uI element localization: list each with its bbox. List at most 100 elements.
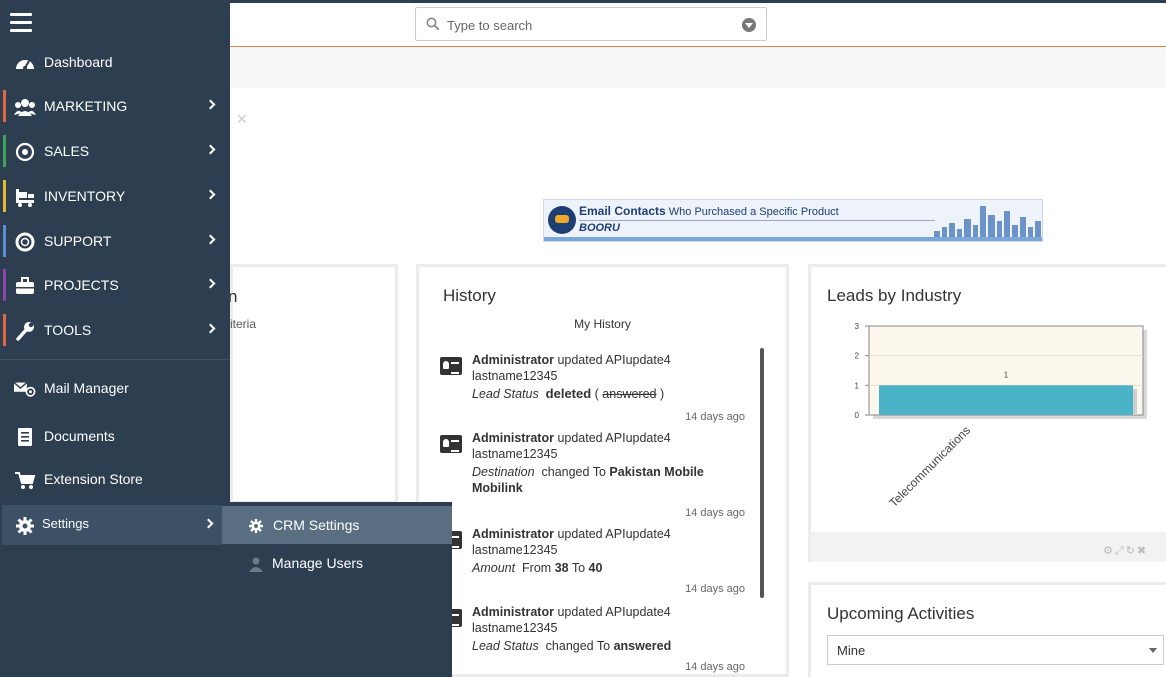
history-change: Lead Status changed To answered (472, 639, 672, 653)
menu-item-manage-users[interactable]: Manage Users (222, 544, 452, 582)
user-icon (249, 557, 263, 572)
sidebar-item-settings[interactable]: Settings (2, 505, 224, 545)
sidebar-item-label: Settings (42, 516, 89, 531)
sidebar-item-tools[interactable]: TOOLS (0, 310, 230, 350)
cart-icon (15, 472, 36, 489)
sidebar-item-support[interactable]: SUPPORT (0, 221, 230, 261)
menu-item-label: Manage Users (272, 555, 364, 571)
chevron-right-icon (205, 234, 216, 245)
global-search[interactable] (415, 7, 767, 41)
sidebar-item-extension-store[interactable]: Extension Store (0, 459, 230, 499)
y-tick-label: 3 (855, 322, 860, 331)
sidebar-item-label: SUPPORT (44, 233, 112, 249)
banner-logo-icon (548, 206, 576, 234)
upcoming-activities-widget: Upcoming Activities Mine (808, 582, 1166, 677)
fullscreen-icon[interactable]: ⤢ (1115, 545, 1126, 557)
accent-bar (3, 135, 6, 167)
sidebar-item-sales[interactable]: SALES (0, 131, 230, 171)
sidebar-item-projects[interactable]: PROJECTS (0, 265, 230, 305)
history-entry[interactable]: Administrator updated APIupdate4 lastnam… (440, 430, 745, 520)
contact-card-icon (440, 435, 462, 453)
search-options-dropdown-icon[interactable] (742, 18, 756, 32)
y-tick-label: 1 (855, 381, 860, 390)
refresh-icon[interactable]: ↻ (1126, 545, 1137, 557)
dashboard-icon (16, 60, 34, 70)
history-timestamp: 14 days ago (685, 507, 745, 519)
history-scrollbar[interactable] (760, 348, 764, 598)
sidebar-item-dashboard[interactable]: Dashboard (0, 42, 230, 82)
sidebar-item-inventory[interactable]: INVENTORY (0, 176, 230, 216)
toolbar-band (230, 47, 1166, 88)
history-entry[interactable]: Administrator updated APIupdate4 lastnam… (440, 526, 745, 596)
banner-rule (579, 220, 935, 221)
history-change: Lead Status deleted ( answered ) (472, 386, 665, 401)
history-widget: History My History Administrator updated… (416, 264, 789, 677)
promo-banner[interactable]: Email Contacts Who Purchased a Specific … (543, 199, 1043, 242)
widget-partial: n iteria (228, 264, 398, 504)
search-input[interactable] (447, 14, 737, 36)
sidebar-menu: Dashboard MARKETING SALES INVENTORY SUPP… (0, 0, 230, 677)
chevron-right-icon (205, 99, 216, 110)
accent-bar (3, 90, 6, 122)
history-entry-line: Administrator updated APIupdate4 lastnam… (472, 431, 671, 461)
sidebar-item-label: Documents (44, 428, 115, 444)
leads-chart[interactable]: 0 1 2 3 1 Telecommunications (841, 318, 1151, 528)
users-icon (14, 99, 36, 116)
widget-tools: ⚙⤢↻✖ (1103, 544, 1148, 558)
sidebar-item-documents[interactable]: Documents (0, 416, 230, 456)
chevron-right-icon (205, 144, 216, 155)
history-timestamp: 14 days ago (685, 411, 745, 423)
history-entry[interactable]: Administrator updated APIupdate4 lastnam… (440, 604, 745, 674)
chevron-right-icon (205, 189, 216, 200)
settings-icon[interactable]: ⚙ (1103, 545, 1115, 557)
leads-by-industry-widget: Leads by Industry 0 1 2 3 1 Telecommunication… (808, 264, 1166, 562)
y-tick-label: 0 (855, 411, 860, 420)
sidebar-item-label: Extension Store (44, 471, 143, 487)
history-timestamp: 14 days ago (685, 661, 745, 673)
document-icon (18, 428, 32, 446)
history-entry-line: Administrator updated APIupdate4 lastnam… (472, 605, 671, 635)
briefcase-icon (16, 277, 34, 294)
hamburger-menu-icon[interactable] (10, 13, 32, 33)
chevron-right-icon (205, 323, 216, 334)
banner-strip (544, 237, 1042, 241)
sidebar-item-label: Mail Manager (44, 380, 129, 396)
banner-brand: BOORU (579, 222, 620, 234)
sidebar-item-label: Dashboard (44, 54, 113, 70)
history-entry-line: Administrator updated APIupdate4 lastnam… (472, 527, 671, 557)
x-tick-label: Telecommunications (886, 423, 973, 510)
history-entry-line: Administrator updated APIupdate4 lastnam… (472, 353, 671, 383)
banner-headline: Email Contacts Who Purchased a Specific … (579, 204, 839, 218)
sidebar-item-label: INVENTORY (44, 188, 126, 204)
y-tick-label: 2 (855, 352, 860, 361)
history-subtitle[interactable]: My History (419, 317, 786, 331)
accent-bar (3, 269, 6, 301)
accent-bar (3, 225, 6, 257)
data-label: 1 (1004, 370, 1009, 379)
mail-at-icon (14, 382, 36, 397)
search-icon (426, 17, 440, 31)
contact-card-icon (440, 357, 462, 375)
close-icon[interactable]: ✖ (1137, 545, 1148, 557)
history-entry[interactable]: Administrator updated APIupdate4 lastnam… (440, 352, 745, 423)
menu-item-crm-settings[interactable]: CRM Settings (222, 506, 452, 544)
settings-submenu: CRM Settings Manage Users (222, 502, 452, 677)
sidebar-item-mail-manager[interactable]: Mail Manager (0, 368, 230, 408)
sidebar-item-label: MARKETING (44, 98, 128, 114)
sidebar-item-label: PROJECTS (44, 277, 119, 293)
menu-item-label: CRM Settings (273, 517, 360, 533)
sidebar-item-label: TOOLS (44, 322, 92, 338)
history-change: Amount From 38 To 40 (472, 561, 603, 575)
upcoming-title: Upcoming Activities (827, 604, 975, 623)
accent-bar (3, 314, 6, 346)
activities-filter-select[interactable]: Mine (827, 635, 1164, 665)
close-icon[interactable]: ✕ (236, 111, 248, 128)
widget-subtitle: iteria (230, 317, 257, 331)
wrench-icon (16, 322, 34, 341)
history-timestamp: 14 days ago (685, 583, 745, 595)
target-icon (15, 142, 35, 162)
history-change: Destination changed To Pakistan Mobile M… (472, 465, 704, 495)
sidebar-item-marketing[interactable]: MARKETING (0, 86, 230, 126)
chevron-right-icon (203, 518, 214, 529)
cart-icon (16, 189, 34, 207)
